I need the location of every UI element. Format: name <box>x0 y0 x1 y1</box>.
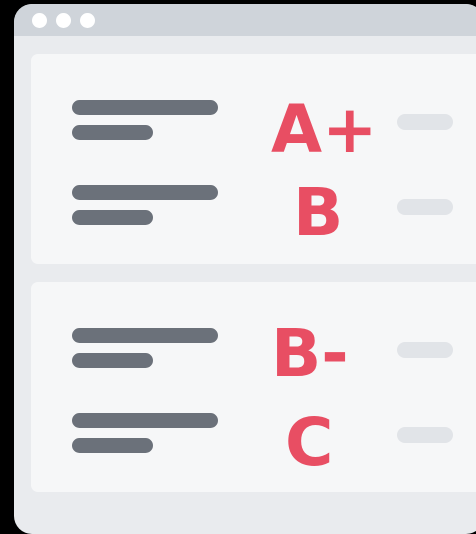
placeholder-pill <box>397 114 453 130</box>
placeholder-line-long <box>72 100 218 115</box>
placeholder-line-short <box>72 210 153 225</box>
placeholder-line-short <box>72 438 153 453</box>
window-control-dot[interactable] <box>32 13 47 28</box>
placeholder-pill <box>397 342 453 358</box>
window-control-dot[interactable] <box>80 13 95 28</box>
placeholder-pill <box>397 199 453 215</box>
grade-row: C <box>31 407 476 476</box>
grade-value: B <box>293 174 344 251</box>
grades-card-bottom: B- C <box>31 282 476 492</box>
window-titlebar <box>14 4 476 36</box>
grade-row: A+ <box>31 94 476 163</box>
grade-value: C <box>285 404 334 481</box>
placeholder-line-short <box>72 125 153 140</box>
placeholder-pill <box>397 427 453 443</box>
placeholder-line-long <box>72 328 218 343</box>
grade-value: B- <box>271 315 349 392</box>
grade-row: B- <box>31 315 476 392</box>
window-control-dot[interactable] <box>56 13 71 28</box>
placeholder-line-long <box>72 413 218 428</box>
browser-window: A+ B B- C <box>14 4 476 534</box>
grade-row: B <box>31 179 476 246</box>
placeholder-line-long <box>72 185 218 200</box>
grades-card-top: A+ B <box>31 54 476 264</box>
placeholder-line-short <box>72 353 153 368</box>
grade-value: A+ <box>271 91 378 168</box>
